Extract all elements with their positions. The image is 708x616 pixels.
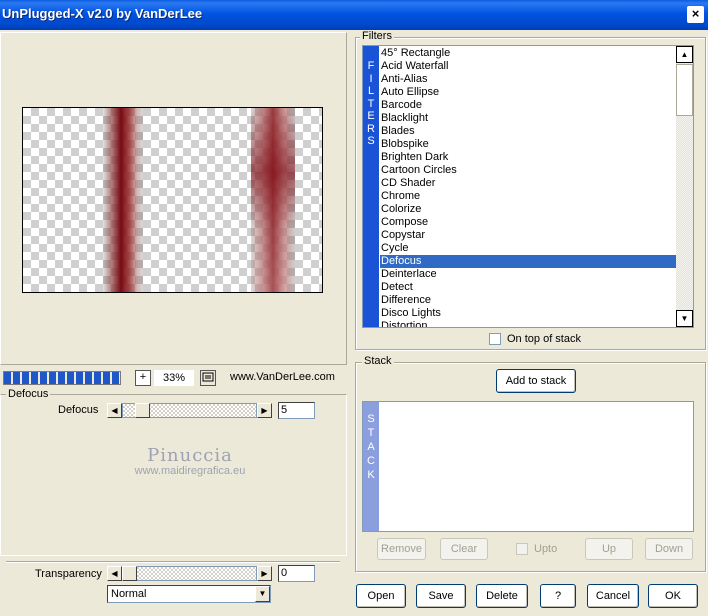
transparency-slider[interactable] <box>122 566 257 581</box>
filter-list-item[interactable]: CD Shader <box>380 177 676 190</box>
window-title: UnPlugged-X v2.0 by VanDerLee <box>2 6 203 21</box>
filter-list-item[interactable]: Cartoon Circles <box>380 164 676 177</box>
defocus-param-label: Defocus <box>58 404 99 416</box>
filter-list-item[interactable]: Detect <box>380 281 676 294</box>
ok-button[interactable]: OK <box>648 584 698 608</box>
filter-list-item[interactable]: Blacklight <box>380 112 676 125</box>
upto-checkbox[interactable] <box>516 543 528 555</box>
filter-list-item[interactable]: Distortion <box>380 320 676 327</box>
zoom-level: 33% <box>154 370 194 386</box>
stack-strip-label: STACK <box>363 402 379 531</box>
open-button[interactable]: Open <box>356 584 406 608</box>
on-top-of-stack-checkbox[interactable] <box>489 333 501 345</box>
defocus-group-title: Defocus <box>6 388 51 400</box>
help-button[interactable]: ? <box>540 584 576 608</box>
delete-button[interactable]: Delete <box>476 584 528 608</box>
scroll-up-icon[interactable]: ▲ <box>676 46 693 63</box>
stack-list[interactable]: STACK <box>362 401 694 532</box>
filter-list-item[interactable]: Defocus <box>380 255 676 268</box>
filter-list-item[interactable]: Acid Waterfall <box>380 60 676 73</box>
filters-strip-label: FILTERS <box>363 46 379 327</box>
stack-group-title: Stack <box>362 355 394 367</box>
filter-list-item[interactable]: Brighten Dark <box>380 151 676 164</box>
filter-list-item[interactable]: 45° Rectangle <box>380 47 676 60</box>
transparency-slider-thumb[interactable] <box>122 566 137 581</box>
defocus-decrease-button[interactable]: ◀ <box>107 403 122 418</box>
filter-list-item[interactable]: Chrome <box>380 190 676 203</box>
scroll-down-icon[interactable]: ▼ <box>676 310 693 327</box>
transparency-increase-button[interactable]: ▶ <box>257 566 272 581</box>
filter-list-item[interactable]: Colorize <box>380 203 676 216</box>
filter-list-item[interactable]: Compose <box>380 216 676 229</box>
watermark-url: www.maidiregrafica.eu <box>134 465 246 477</box>
filter-list-item[interactable]: Barcode <box>380 99 676 112</box>
down-button[interactable]: Down <box>645 538 693 560</box>
filters-scrollbar[interactable]: ▲ ▼ <box>676 46 693 327</box>
filter-list-item[interactable]: Blades <box>380 125 676 138</box>
defocus-increase-button[interactable]: ▶ <box>257 403 272 418</box>
filter-list-item[interactable]: Auto Ellipse <box>380 86 676 99</box>
blend-mode-select[interactable]: Normal ▼ <box>107 585 271 603</box>
upto-label: Upto <box>534 543 558 555</box>
save-button[interactable]: Save <box>416 584 466 608</box>
add-to-stack-button[interactable]: Add to stack <box>496 369 576 393</box>
filters-group-title: Filters <box>360 30 394 42</box>
up-button[interactable]: Up <box>585 538 633 560</box>
filter-list-item[interactable]: Disco Lights <box>380 307 676 320</box>
blend-mode-value: Normal <box>111 588 147 600</box>
on-top-of-stack-label[interactable]: On top of stack <box>507 333 581 345</box>
cancel-button[interactable]: Cancel <box>587 584 639 608</box>
chevron-down-icon[interactable]: ▼ <box>255 586 270 602</box>
filters-list[interactable]: FILTERS 45° Rectangle Acid Waterfall Anti-… <box>362 45 694 328</box>
filter-list-item[interactable]: Cycle <box>380 242 676 255</box>
filter-list-item[interactable]: Blobspike <box>380 138 676 151</box>
filter-list-item[interactable]: Copystar <box>380 229 676 242</box>
filter-list-item[interactable]: Anti-Alias <box>380 73 676 86</box>
filter-items: 45° Rectangle Acid Waterfall Anti-Alias Aut… <box>380 47 676 327</box>
filter-list-item[interactable]: Difference <box>380 294 676 307</box>
transparency-decrease-button[interactable]: ◀ <box>107 566 122 581</box>
remove-button[interactable]: Remove <box>377 538 426 560</box>
preview-red-band-right <box>251 108 295 292</box>
defocus-value-field[interactable]: 5 <box>278 402 315 419</box>
preview-red-band-left <box>103 108 143 292</box>
transparency-value-field[interactable]: 0 <box>278 565 315 582</box>
filter-list-item[interactable]: Deinterlace <box>380 268 676 281</box>
zoom-fit-icon[interactable] <box>200 370 216 386</box>
watermark: Pinuccia www.maidiregrafica.eu <box>110 445 270 477</box>
zoom-in-button[interactable]: + <box>135 370 151 386</box>
scroll-thumb[interactable] <box>676 64 693 116</box>
defocus-slider-thumb[interactable] <box>135 403 150 418</box>
progress-bar <box>3 371 121 385</box>
close-button[interactable]: × <box>687 6 704 23</box>
clear-button[interactable]: Clear <box>440 538 488 560</box>
watermark-name: Pinuccia <box>147 445 233 466</box>
website-link[interactable]: www.VanDerLee.com <box>230 371 335 383</box>
transparency-label: Transparency <box>35 568 102 580</box>
divider <box>6 561 340 563</box>
preview-image[interactable] <box>22 107 323 293</box>
